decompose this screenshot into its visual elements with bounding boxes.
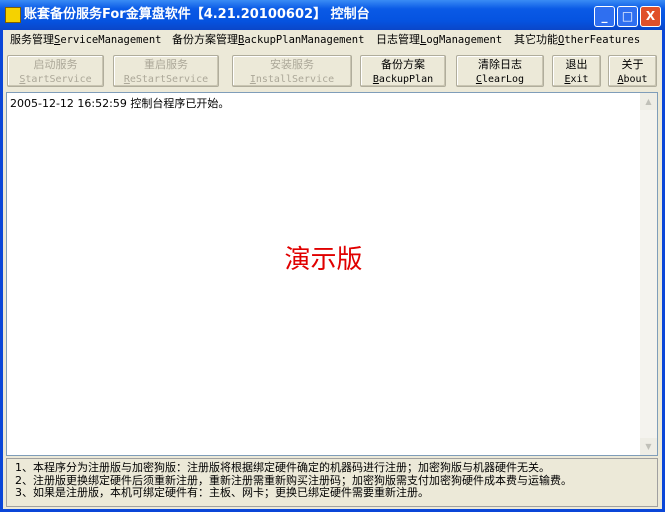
log-line: 2005-12-12 16:52:59 控制台程序已开始。 (10, 97, 230, 110)
menu-label: 服务管理 (10, 33, 54, 46)
button-label-en: InstallService (249, 74, 335, 85)
app-icon (5, 7, 21, 23)
menu-label-en: LogManagement (420, 34, 503, 46)
button-label-en: ClearLog (475, 74, 525, 85)
restart-service-button[interactable]: 重启服务 ReStartService (113, 55, 219, 87)
about-button[interactable]: 关于 About (608, 55, 657, 87)
exit-button[interactable]: 退出 Exit (552, 55, 601, 87)
menu-bar: 服务管理ServiceManagement 备份方案管理BackupPlanMa… (3, 30, 662, 50)
menu-label-en: ServiceManagement (54, 34, 162, 46)
scroll-up-icon[interactable]: ▲ (640, 93, 657, 110)
note-line: 3、如果是注册版，本机可绑定硬件有：主板、网卡；更换已绑定硬件需要重新注册。 (15, 486, 429, 499)
log-area[interactable]: 2005-12-12 16:52:59 控制台程序已开始。 演示版 ▲ ▼ (6, 92, 658, 456)
button-label-en: About (617, 74, 648, 85)
backup-plan-button[interactable]: 备份方案 BackupPlan (360, 55, 446, 87)
close-button[interactable]: X (640, 6, 661, 27)
start-service-button[interactable]: 启动服务 StartService (7, 55, 104, 87)
window-title: 账套备份服务For金算盘软件【4.21.20100602】 控制台 (24, 7, 370, 22)
menu-label: 备份方案管理 (172, 33, 238, 46)
main-window: 账套备份服务For金算盘软件【4.21.20100602】 控制台 _ □ X … (0, 0, 665, 512)
menu-label-en: BackupPlanManagement (238, 34, 365, 46)
button-label: 重启服务 (144, 58, 188, 71)
button-label: 清除日志 (478, 58, 522, 71)
clear-log-button[interactable]: 清除日志 ClearLog (456, 55, 544, 87)
notes-panel: 1、本程序分为注册版与加密狗版：注册版将根据绑定硬件确定的机器码进行注册；加密狗… (6, 458, 658, 507)
minimize-button[interactable]: _ (594, 6, 615, 27)
menu-log-management[interactable]: 日志管理LogManagement (376, 30, 502, 50)
vertical-scrollbar[interactable]: ▲ ▼ (640, 93, 657, 455)
button-label: 备份方案 (381, 58, 425, 71)
menu-other-features[interactable]: 其它功能OtherFeatures (514, 30, 640, 50)
menu-label: 其它功能 (514, 33, 558, 46)
menu-service-management[interactable]: 服务管理ServiceManagement (10, 30, 161, 50)
button-label-en: Exit (564, 74, 589, 85)
scroll-down-icon[interactable]: ▼ (640, 438, 657, 455)
title-bar: 账套备份服务For金算盘软件【4.21.20100602】 控制台 _ □ X (0, 0, 665, 30)
menu-label-en: OtherFeatures (558, 34, 641, 46)
menu-backup-plan-management[interactable]: 备份方案管理BackupPlanManagement (172, 30, 364, 50)
install-service-button[interactable]: 安装服务 InstallService (232, 55, 352, 87)
note-line: 1、本程序分为注册版与加密狗版：注册版将根据绑定硬件确定的机器码进行注册；加密狗… (15, 461, 550, 474)
menu-label: 日志管理 (376, 33, 420, 46)
button-label: 安装服务 (270, 58, 314, 71)
button-label: 关于 (621, 58, 644, 71)
button-label-en: BackupPlan (372, 74, 434, 85)
button-label: 启动服务 (33, 58, 78, 71)
button-label: 退出 (565, 58, 588, 71)
button-label-en: ReStartService (123, 74, 209, 85)
maximize-button[interactable]: □ (617, 6, 638, 27)
button-label-en: StartService (19, 74, 92, 85)
demo-watermark: 演示版 (284, 245, 363, 275)
